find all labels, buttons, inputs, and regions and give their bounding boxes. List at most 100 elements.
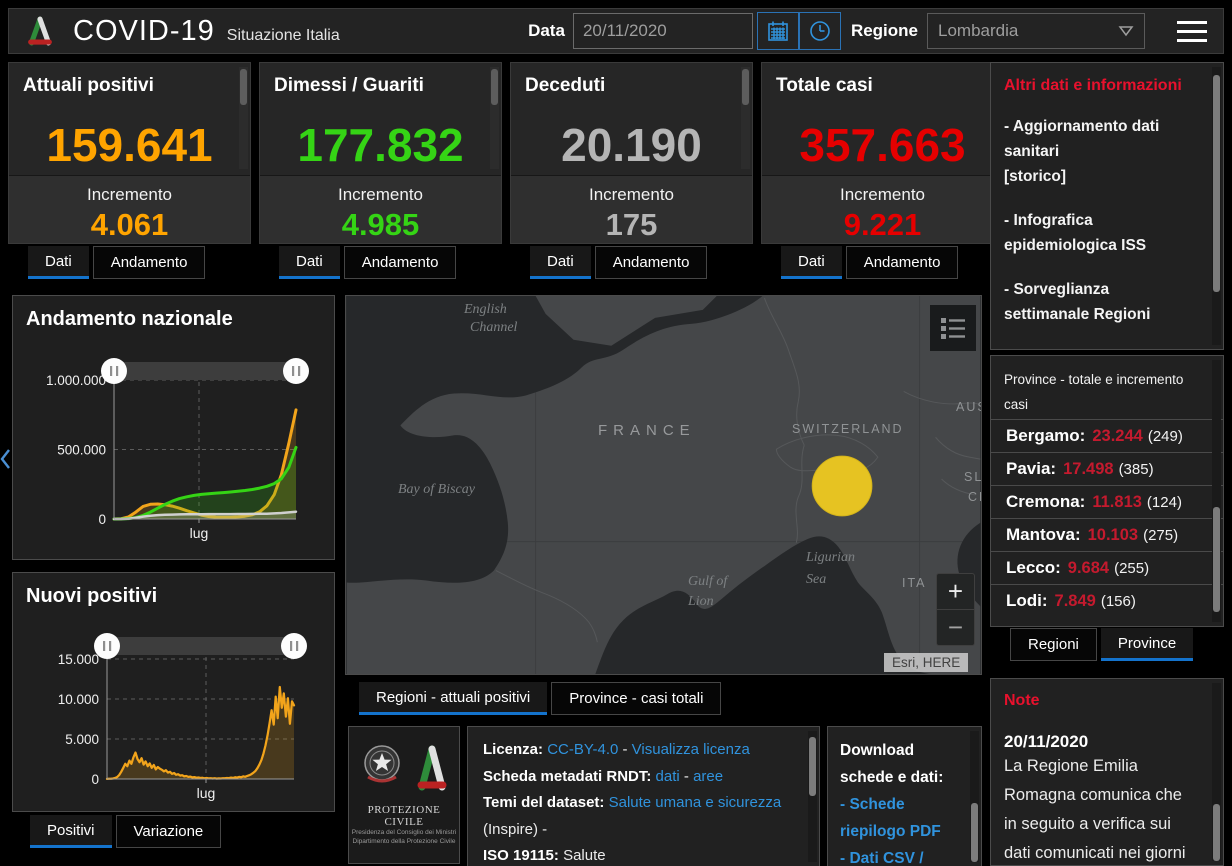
protezione-civile-logo-panel: PROTEZIONE CIVILE Presidenza del Consigl…: [348, 726, 460, 864]
license-text: Licenza:: [483, 741, 547, 758]
layer-list-icon: [939, 314, 967, 342]
license-link[interactable]: CC-BY-4.0: [547, 741, 618, 758]
other-info-link[interactable]: - Sorveglianza settimanale Regioni: [1004, 277, 1199, 327]
new-positives-tab-variazione[interactable]: Variazione: [116, 815, 222, 848]
other-info-panel: Altri dati e informazioni - Aggiornament…: [990, 62, 1224, 350]
range-slider-handle[interactable]: [283, 358, 309, 384]
slider-handle-grip[interactable]: [116, 366, 118, 376]
new-positives-tabs: PositiviVariazione: [30, 815, 221, 848]
range-slider-track[interactable]: [107, 637, 294, 655]
province-row: Cremona: 11.813 (124): [991, 485, 1223, 518]
region-marker-bubble[interactable]: [812, 456, 872, 516]
card-tab-andamento[interactable]: Andamento: [93, 246, 206, 279]
slider-handle-grip[interactable]: [296, 641, 298, 651]
app-header: COVID-19 Situazione Italia Data: [8, 8, 1224, 54]
increment-label: Incremento: [762, 185, 1003, 205]
scrollbar[interactable]: [1212, 683, 1221, 861]
download-link-schede-riepilogo-pdf[interactable]: - Schede riepilogo PDF: [840, 791, 965, 845]
national-trend-title: Andamento nazionale: [26, 308, 233, 331]
license-text: (Inspire) -: [483, 821, 547, 838]
national-trend-panel: Andamento nazionale 0500.0001.000.000lug: [12, 295, 335, 560]
scrollbar-thumb[interactable]: [240, 69, 247, 105]
province-row: Bergamo:23.244(249): [991, 419, 1223, 452]
license-link[interactable]: aree: [693, 768, 723, 785]
license-line: Temi del dataset: Salute umana e sicurez…: [483, 790, 801, 843]
province-total: 11.813: [1092, 493, 1142, 512]
other-info-links: - Aggiornamento dati sanitari [storico] -…: [1004, 114, 1199, 350]
download-panel: Download schede e dati: - Schede riepilo…: [827, 726, 982, 866]
slider-handle-grip[interactable]: [290, 641, 292, 651]
layer-list-button[interactable]: [930, 305, 976, 351]
scrollbar[interactable]: [239, 67, 248, 169]
scrollbar-thumb[interactable]: [491, 69, 498, 105]
license-link[interactable]: Visualizza licenza: [632, 741, 750, 758]
new-positives-title: Nuovi positivi: [26, 585, 157, 608]
provinces-tab-province[interactable]: Province: [1101, 628, 1193, 661]
card-tab-dati[interactable]: Dati: [279, 246, 340, 279]
license-link[interactable]: Salute umana e sicurezza: [609, 794, 782, 811]
card-tab-dati[interactable]: Dati: [781, 246, 842, 279]
province-name: Cremona:: [1006, 492, 1085, 512]
scrollbar[interactable]: [490, 67, 499, 169]
provinces-tab-regioni[interactable]: Regioni: [1010, 628, 1097, 661]
zoom-out-button[interactable]: −: [937, 609, 974, 645]
other-info-link[interactable]: - Infografica epidemiologica ISS: [1004, 208, 1199, 258]
license-panel: Licenza: CC-BY-4.0 - Visualizza licenza S…: [467, 726, 820, 866]
chevron-down-icon: [1118, 25, 1134, 37]
slider-handle-grip[interactable]: [103, 641, 105, 651]
date-input[interactable]: [573, 13, 753, 49]
scrollbar[interactable]: [741, 67, 750, 169]
scrollbar[interactable]: [970, 731, 979, 862]
license-text: Salute: [563, 847, 606, 864]
province-increment: (156): [1101, 593, 1136, 610]
scrollbar[interactable]: [1212, 67, 1221, 345]
scrollbar[interactable]: [1212, 360, 1221, 622]
scrollbar[interactable]: [808, 731, 817, 862]
expand-panel-chevron-icon[interactable]: [0, 447, 12, 476]
scrollbar-thumb[interactable]: [742, 69, 749, 105]
other-info-link[interactable]: - Aggiornamento: [1004, 346, 1199, 350]
map-tab-regioni-attuali-positivi[interactable]: Regioni - attuali positivi: [359, 682, 547, 715]
increment-label: Incremento: [9, 185, 250, 205]
slider-handle-grip[interactable]: [110, 366, 112, 376]
y-tick-label: 15.000: [58, 652, 99, 667]
protezione-civile-emblem-icon: [356, 735, 452, 797]
slider-handle-grip[interactable]: [292, 366, 294, 376]
national-trend-chart[interactable]: 0500.0001.000.000lug: [13, 296, 334, 559]
note-panel: Note 20/11/2020 La Regione Emilia Romagn…: [990, 678, 1224, 866]
card-tab-andamento[interactable]: Andamento: [846, 246, 959, 279]
menu-button[interactable]: [1177, 15, 1207, 48]
download-link-dati-csv-json[interactable]: - Dati CSV / JSON: [840, 845, 965, 866]
map-canvas: [346, 296, 981, 674]
range-slider-handle[interactable]: [94, 633, 120, 659]
logo-subtitle-2: Dipartimento della Protezione Civile: [349, 837, 459, 846]
card-value: 357.663: [762, 118, 1003, 172]
other-info-link[interactable]: - Aggiornamento dati sanitari [storico]: [1004, 114, 1199, 189]
new-positives-chart[interactable]: 05.00010.00015.000lug: [13, 573, 334, 811]
region-select[interactable]: Lombardia: [927, 13, 1145, 49]
card-tab-dati[interactable]: Dati: [28, 246, 89, 279]
map-panel[interactable]: EnglishChannelFRANCESWITZERLANDAUSSLCRBa…: [345, 295, 982, 675]
range-slider-handle[interactable]: [101, 358, 127, 384]
calendar-button[interactable]: [757, 12, 799, 50]
slider-handle-grip[interactable]: [298, 366, 300, 376]
card-tab-andamento[interactable]: Andamento: [344, 246, 457, 279]
zoom-in-button[interactable]: +: [937, 574, 974, 609]
logo-subtitle-1: Presidenza del Consiglio dei Ministri: [349, 828, 459, 837]
slider-handle-grip[interactable]: [109, 641, 111, 651]
card-tab-dati[interactable]: Dati: [530, 246, 591, 279]
range-slider-track[interactable]: [114, 362, 296, 380]
province-total: 10.103: [1088, 526, 1138, 545]
license-text: -: [680, 768, 693, 785]
province-row: Mantova:10.103(275): [991, 518, 1223, 551]
range-slider-handle[interactable]: [281, 633, 307, 659]
province-increment: (124): [1147, 494, 1182, 511]
new-positives-tab-positivi[interactable]: Positivi: [30, 815, 112, 848]
map-tab-province-casi-totali[interactable]: Province - casi totali: [551, 682, 721, 715]
increment-value: 175: [511, 207, 752, 243]
province-total: 23.244: [1092, 427, 1142, 446]
time-button[interactable]: [799, 12, 841, 50]
card-tab-andamento[interactable]: Andamento: [595, 246, 708, 279]
logo-name: PROTEZIONE CIVILE: [349, 804, 459, 828]
license-link[interactable]: dati: [656, 768, 680, 785]
